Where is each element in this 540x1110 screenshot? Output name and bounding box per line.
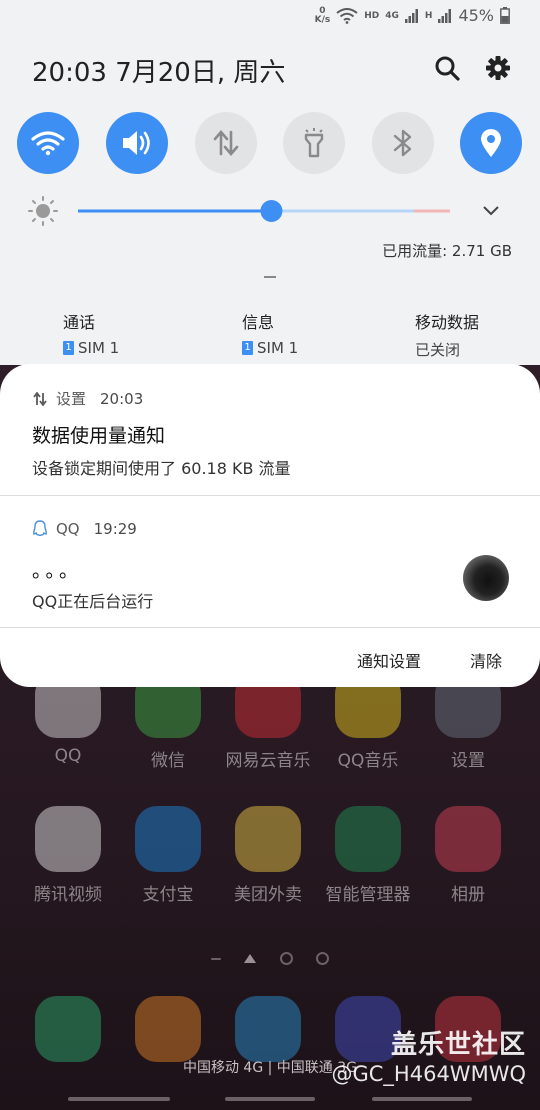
sim-calls-label: 通话	[63, 313, 96, 332]
data-arrows-icon	[213, 130, 239, 156]
app-label: 相册	[451, 885, 485, 905]
location-icon	[481, 129, 501, 157]
app-smart-manager[interactable]: 智能管理器	[318, 806, 418, 905]
signal-icon	[404, 8, 418, 23]
wifi-icon	[31, 131, 65, 156]
watermark-title: 盖乐世社区	[390, 1030, 526, 1060]
toggle-bluetooth[interactable]	[372, 112, 434, 174]
toggle-flashlight[interactable]	[283, 112, 345, 174]
contacts-icon	[135, 996, 201, 1062]
meituan-app-icon	[235, 806, 301, 872]
notification-time: 19:29	[93, 520, 137, 538]
search-icon[interactable]	[433, 54, 461, 82]
speaker-icon	[123, 131, 150, 155]
gear-icon[interactable]	[484, 54, 512, 82]
sun-icon	[28, 196, 58, 226]
gallery-app-icon	[435, 806, 501, 872]
network-type-2: H	[424, 10, 433, 21]
app-label: 腾讯视频	[34, 885, 102, 905]
sim-data-label: 移动数据	[415, 313, 480, 332]
status-bar: 0 K/s HD 4G H 45%	[315, 6, 510, 25]
notification-time: 20:03	[100, 389, 144, 408]
sim-messages-value: SIM 1	[257, 339, 299, 357]
app-label: 支付宝	[142, 885, 194, 905]
dock-messages[interactable]	[218, 996, 318, 1062]
indicator-home	[244, 954, 257, 963]
sim-calls[interactable]: 通话 1 SIM 1	[63, 309, 119, 357]
flashlight-icon	[304, 128, 324, 158]
sim-calls-value: SIM 1	[78, 339, 120, 357]
brightness-slider[interactable]	[28, 196, 518, 226]
toggle-wifi[interactable]	[17, 112, 79, 174]
quick-panel: 0 K/s HD 4G H 45% 20:03 7月20日, 周六 已用流量: …	[0, 0, 540, 365]
network-type: 4G	[385, 10, 399, 21]
indicator-dot	[279, 952, 293, 965]
notification-app-name: QQ	[56, 520, 80, 538]
dock-phone[interactable]	[18, 996, 118, 1062]
hd-label: HD	[364, 10, 380, 21]
battery-percent: 45%	[458, 6, 494, 25]
notification-settings-button[interactable]: 通知设置	[357, 648, 421, 672]
sim-messages-label: 信息	[242, 313, 275, 332]
chevron-down-icon[interactable]	[483, 206, 499, 216]
toggle-sound[interactable]	[106, 112, 168, 174]
qq-penguin-icon	[33, 520, 47, 536]
nav-back[interactable]	[372, 1097, 472, 1101]
app-label: 设置	[451, 751, 485, 771]
notification-title[interactable]: 数据使用量通知	[32, 421, 165, 448]
app-label: QQ	[54, 746, 82, 766]
speed-unit: K/s	[314, 14, 331, 25]
datetime: 20:03 7月20日, 周六	[32, 58, 286, 88]
app-gallery[interactable]: 相册	[418, 806, 518, 905]
toggle-location[interactable]	[460, 112, 522, 174]
sim-messages[interactable]: 信息 1 SIM 1	[242, 309, 298, 357]
app-meituan[interactable]: 美团外卖	[218, 806, 318, 905]
divider	[0, 627, 540, 628]
alipay-app-icon	[135, 806, 201, 872]
battery-icon	[500, 7, 510, 24]
app-label: 智能管理器	[325, 885, 411, 905]
data-arrows-small-icon	[33, 391, 47, 406]
nav-recents[interactable]	[68, 1097, 170, 1101]
notification-header-settings: 设置 20:03	[32, 388, 143, 409]
drag-handle[interactable]	[264, 276, 276, 278]
app-label: 微信	[151, 751, 185, 771]
page-indicator	[0, 948, 540, 967]
brightness-thumb[interactable]	[260, 200, 283, 222]
watermark-user: @GC_H464WMWQ	[331, 1062, 527, 1086]
signal-2-icon	[438, 8, 452, 23]
divider	[0, 495, 540, 496]
smart-manager-app-icon	[335, 806, 401, 872]
app-label: 网易云音乐	[225, 751, 311, 771]
notification-title[interactable]: 。。。	[32, 556, 82, 583]
notification-app-name: 设置	[56, 390, 87, 408]
notification-body[interactable]: QQ正在后台运行	[32, 588, 153, 612]
app-label: 美团外卖	[234, 885, 302, 905]
sim-mobile-data[interactable]: 移动数据 已关闭	[415, 309, 479, 360]
sim-badge: 1	[242, 341, 253, 355]
wifi-status-icon	[336, 7, 358, 24]
phone-icon	[35, 996, 101, 1062]
messages-icon	[235, 996, 301, 1062]
network-speed: 0 K/s	[314, 6, 331, 25]
dock-contacts[interactable]	[118, 996, 218, 1062]
indicator-dot	[315, 952, 329, 965]
nav-home[interactable]	[225, 1097, 315, 1101]
sim-badge: 1	[63, 341, 74, 355]
toggle-mobile-data[interactable]	[195, 112, 257, 174]
app-alipay[interactable]: 支付宝	[118, 806, 218, 905]
notification-header-qq: QQ 19:29	[32, 520, 137, 538]
app-tencent-video[interactable]: 腾讯视频	[18, 806, 118, 905]
tencent-video-app-icon	[35, 806, 101, 872]
avatar	[463, 555, 509, 601]
app-label: QQ音乐	[337, 751, 399, 771]
clear-button[interactable]: 清除	[470, 648, 502, 672]
indicator-line	[211, 957, 222, 960]
bluetooth-icon	[393, 129, 412, 157]
notification-body[interactable]: 设备锁定期间使用了 60.18 KB 流量	[32, 455, 291, 479]
data-usage: 已用流量: 2.71 GB	[382, 242, 512, 260]
sim-data-value: 已关闭	[415, 341, 461, 359]
